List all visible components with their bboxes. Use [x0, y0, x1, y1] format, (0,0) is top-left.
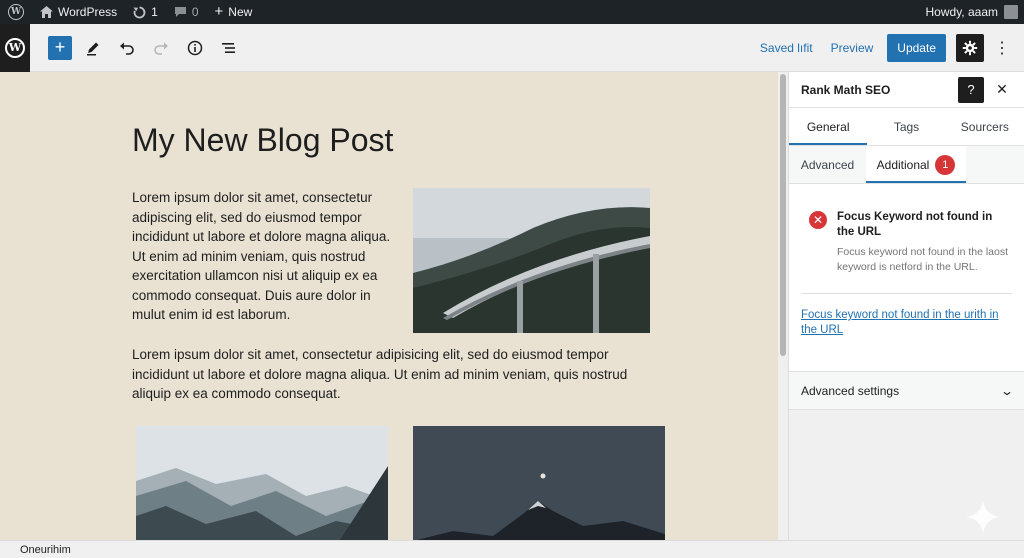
- advanced-settings-toggle[interactable]: Advanced settings ⌄: [789, 372, 1024, 410]
- editor-wp-logo-button[interactable]: W: [0, 23, 30, 72]
- more-vertical-icon: ⋮: [994, 39, 1010, 57]
- details-button[interactable]: [182, 35, 208, 61]
- post-title[interactable]: My New Blog Post: [132, 122, 393, 159]
- tab-sourcers[interactable]: Sourcers: [946, 108, 1024, 145]
- redo-icon: [154, 42, 168, 55]
- site-name: WordPress: [58, 5, 118, 19]
- chevron-down-icon: ⌄: [999, 383, 1015, 398]
- paragraph-block[interactable]: Lorem ipsum dolor sit amet, consectetur …: [132, 345, 652, 404]
- admin-bar-updates[interactable]: 1: [125, 0, 166, 24]
- block-inserter-button[interactable]: +: [48, 35, 72, 60]
- tab-general[interactable]: General: [789, 108, 867, 145]
- paragraph-block[interactable]: Lorem ipsum dolor sit amet, consectetur …: [132, 188, 402, 325]
- seo-check-text: Focus Keyword not found in the URL Focus…: [837, 210, 1012, 275]
- options-button[interactable]: ⋮: [994, 36, 1010, 60]
- home-icon: [40, 6, 53, 18]
- image-block-night-mountains[interactable]: [413, 426, 665, 540]
- issue-count-badge: 1: [935, 154, 956, 175]
- breadcrumb[interactable]: Oneurihim: [20, 544, 71, 556]
- preview-button[interactable]: Preview: [827, 41, 878, 55]
- editor-header: W + Saved lıfit Preview Update ⋮: [0, 23, 1024, 72]
- editor-tools: +: [48, 35, 242, 61]
- canvas-scrollbar[interactable]: [778, 72, 788, 540]
- seo-check-item: ✕ Focus Keyword not found in the URL Foc…: [801, 210, 1012, 275]
- admin-bar-account[interactable]: Howdy, aaam: [918, 0, 1024, 24]
- editor-actions: Saved lıfit Preview Update ⋮: [756, 33, 1024, 62]
- editor-canvas: My New Blog Post Lorem ipsum dolor sit a…: [0, 72, 778, 540]
- wordpress-logo-icon: W: [5, 37, 25, 58]
- question-icon: ?: [967, 82, 975, 97]
- redo-button[interactable]: [148, 35, 174, 61]
- gear-icon: [962, 40, 978, 55]
- seo-check-panel: ✕ Focus Keyword not found in the URL Foc…: [789, 184, 1024, 372]
- sparkle-icon: [966, 500, 1000, 534]
- seo-check-title: Focus Keyword not found in the URL: [837, 211, 993, 238]
- sidebar-tabs: General Tags Sourcers: [789, 108, 1024, 146]
- update-button[interactable]: Update: [887, 33, 946, 62]
- settings-button[interactable]: [956, 33, 984, 62]
- howdy-text: Howdy, aaam: [925, 5, 998, 19]
- undo-icon: [120, 42, 134, 55]
- avatar: [1004, 5, 1018, 19]
- pencil-icon: [87, 42, 99, 55]
- seo-check-description: Focus keyword not found in the laost key…: [837, 246, 1009, 273]
- list-view-icon: [222, 42, 235, 53]
- mountains-photo: [136, 426, 388, 540]
- new-label: New: [228, 5, 253, 19]
- advanced-settings-label: Advanced settings: [801, 383, 900, 398]
- updates-count: 1: [151, 5, 158, 19]
- updates-icon: [133, 6, 146, 18]
- admin-bar-comments[interactable]: 0: [166, 0, 207, 24]
- tools-button[interactable]: [80, 35, 106, 61]
- sidebar-header: Rank Math SEO ? ✕: [789, 72, 1024, 108]
- subtab-advanced[interactable]: Advanced: [789, 146, 866, 183]
- close-sidebar-button[interactable]: ✕: [992, 80, 1012, 100]
- image-block-bridge[interactable]: [413, 188, 650, 333]
- admin-bar: W WordPress 1 0 + New Howdy, aaam: [0, 0, 1024, 24]
- night-mountains-photo: [413, 426, 665, 540]
- image-block-mountains[interactable]: [136, 426, 388, 540]
- sidebar-title: Rank Math SEO: [801, 82, 891, 97]
- admin-bar-new[interactable]: + New: [207, 0, 261, 24]
- error-x-icon: ✕: [809, 211, 827, 229]
- plus-icon: +: [54, 37, 66, 57]
- subtab-additional-label: Additional: [876, 157, 930, 172]
- admin-bar-site[interactable]: WordPress: [32, 0, 125, 24]
- info-icon: [187, 40, 203, 55]
- block-breadcrumb-bar: Oneurihim: [0, 540, 1024, 558]
- plus-icon: +: [214, 3, 224, 20]
- undo-button[interactable]: [114, 35, 140, 61]
- admin-bar-wp-logo[interactable]: W: [0, 0, 32, 24]
- close-icon: ✕: [996, 81, 1008, 97]
- saved-draft-button[interactable]: Saved lıfit: [756, 41, 817, 55]
- bridge-photo: [413, 188, 650, 333]
- sidebar-subtabs: Advanced Additional 1: [789, 146, 1024, 184]
- wordpress-logo-icon: W: [8, 4, 24, 20]
- scrollbar-thumb[interactable]: [780, 74, 786, 356]
- comment-icon: [174, 7, 186, 17]
- subtab-additional[interactable]: Additional 1: [866, 146, 966, 183]
- seo-help-link[interactable]: Focus keyword not found in the urith in …: [801, 308, 1012, 338]
- tab-tags[interactable]: Tags: [867, 108, 945, 145]
- rank-math-sidebar: Rank Math SEO ? ✕ General Tags Sourcers …: [788, 72, 1024, 540]
- list-view-button[interactable]: [216, 35, 242, 61]
- panel-divider: [801, 293, 1012, 294]
- help-button[interactable]: ?: [958, 76, 984, 103]
- comments-count: 0: [191, 5, 199, 19]
